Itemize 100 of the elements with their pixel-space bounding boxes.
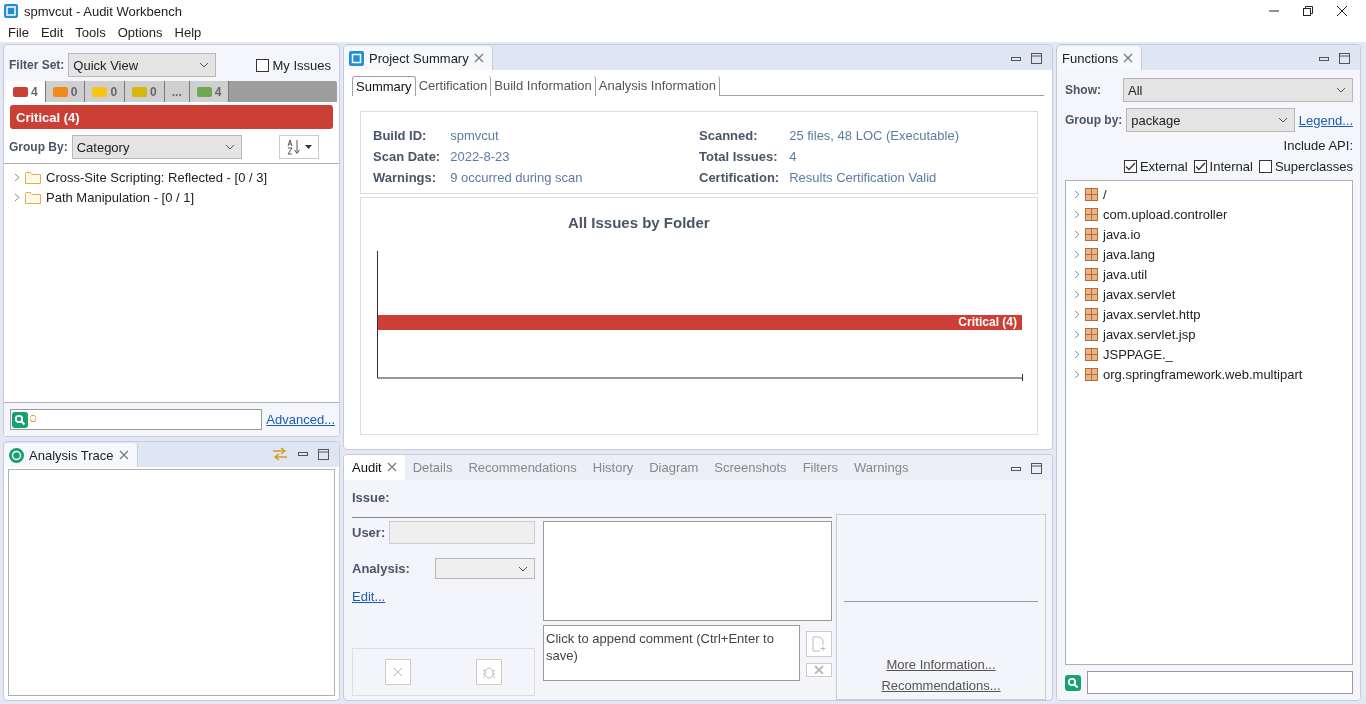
tab[interactable]: Analysis Information (595, 76, 720, 96)
package-icon (1085, 307, 1098, 321)
severity-tab[interactable]: 4 (189, 81, 230, 102)
chevron-down-icon (518, 565, 528, 572)
tree-item[interactable]: Path Manipulation - [0 / 1] (4, 187, 339, 207)
severity-tab[interactable]: 0 (45, 81, 86, 102)
field-value: 4 (789, 149, 798, 164)
edit-link[interactable]: Edit... (352, 589, 386, 604)
chevron-down-icon (199, 62, 210, 68)
field-label: Scan Date: (373, 149, 441, 164)
package-label: javax.servlet.http (1103, 306, 1201, 322)
filter-set-dropdown[interactable]: Quick View (68, 53, 217, 77)
tree-item[interactable]: java.io (1066, 224, 1352, 244)
package-label: java.io (1103, 226, 1141, 242)
api-checkbox[interactable]: Internal (1193, 159, 1253, 174)
package-label: com.upload.controller (1103, 206, 1228, 222)
severity-tab[interactable]: ... (164, 81, 190, 102)
api-checkbox[interactable]: Superclasses (1258, 159, 1353, 174)
include-api-label: Include API: (1283, 138, 1353, 153)
menu-item[interactable]: Edit (34, 24, 70, 40)
audit-tab[interactable]: Audit (344, 455, 405, 480)
minimize-icon (1319, 56, 1329, 61)
tab[interactable]: Certification (415, 76, 492, 96)
summary-icon (349, 50, 364, 66)
comment-field[interactable]: Click to append comment (Ctrl+Enter to save) (543, 625, 800, 681)
group-by-label: Group by: (1065, 113, 1123, 127)
tree-item[interactable]: Cross-Site Scripting: Reflected - [0 / 3] (4, 167, 339, 187)
severity-tab[interactable]: 0 (125, 81, 165, 102)
search-icon (12, 411, 28, 428)
close-icon[interactable] (473, 53, 484, 63)
checkbox[interactable] (1193, 160, 1207, 173)
restore-window-icon[interactable] (1302, 5, 1314, 17)
package-icon (1085, 187, 1098, 201)
checkbox[interactable] (1258, 160, 1272, 173)
issue-label: Issue: (352, 489, 391, 507)
search-field[interactable] (1087, 671, 1353, 694)
sort-button[interactable] (279, 135, 319, 159)
package-label: / (1103, 186, 1107, 202)
tree-item[interactable]: javax.servlet.jsp (1066, 324, 1352, 344)
maximize-icon (1031, 53, 1042, 64)
package-label: JSPPAGE._ (1103, 346, 1173, 362)
trace-icon (9, 447, 24, 463)
close-icon[interactable] (118, 450, 129, 460)
tree-item[interactable]: javax.servlet (1066, 284, 1352, 304)
dropdown-caret-icon (304, 145, 312, 149)
issue-count: 0 (150, 84, 157, 99)
menu-item[interactable]: Help (168, 24, 208, 40)
field-value: 25 files, 48 LOC (Executable) (789, 128, 960, 143)
close-icon[interactable] (386, 462, 397, 472)
tab[interactable]: Summary (352, 76, 416, 96)
close-window-icon[interactable] (1336, 5, 1348, 17)
group-by-dropdown[interactable]: package (1126, 108, 1295, 132)
group-by-dropdown[interactable]: Category (71, 135, 242, 159)
search-field[interactable] (10, 409, 263, 430)
more-information-link[interactable]: More Information... (886, 657, 996, 672)
tree-item[interactable]: / (1066, 184, 1352, 204)
folder-icon (25, 190, 41, 204)
analysis-label: Analysis: (352, 561, 410, 576)
tree-item[interactable]: java.util (1066, 264, 1352, 284)
checkbox[interactable] (256, 58, 270, 72)
close-icon (813, 664, 825, 674)
tab[interactable]: Build Information (491, 76, 596, 96)
legend-link[interactable]: Legend... (1298, 112, 1353, 128)
tree-item[interactable]: com.upload.controller (1066, 204, 1352, 224)
severity-tab[interactable]: 0 (85, 81, 126, 102)
field-value: 9 occurred during scan (450, 170, 584, 185)
filter-set-label: Filter Set: (9, 58, 65, 72)
field-value: Results Certification Valid (789, 170, 938, 185)
my-issues-checkbox[interactable]: My Issues (256, 57, 331, 73)
maximize-icon (318, 448, 329, 460)
maximize-icon (1339, 53, 1350, 64)
menu-item[interactable]: Tools (69, 24, 112, 40)
package-icon (1085, 327, 1098, 341)
close-icon[interactable] (1123, 53, 1134, 63)
minimize-icon (298, 452, 308, 456)
package-icon (1085, 227, 1098, 241)
package-icon (1085, 207, 1098, 221)
recommendations-link[interactable]: Recommendations... (881, 678, 1001, 693)
severity-banner: Critical (4) (10, 105, 333, 129)
show-dropdown[interactable]: All (1123, 78, 1353, 102)
bar-label: Critical (4) (958, 315, 1017, 329)
advanced-link[interactable]: Advanced... (266, 412, 335, 427)
package-icon (1085, 287, 1098, 301)
tree-item[interactable]: org.springframework.web.multipart (1066, 364, 1352, 384)
add-document-icon (812, 636, 826, 652)
severity-tab[interactable]: 4 (6, 81, 46, 102)
tree-item[interactable]: javax.servlet.http (1066, 304, 1352, 324)
tree-item[interactable]: JSPPAGE._ (1066, 344, 1352, 364)
app-icon (4, 4, 18, 18)
issue-count: 4 (214, 84, 222, 99)
maximize-icon (1031, 463, 1042, 474)
package-label: javax.servlet (1103, 286, 1176, 302)
chevron-down-icon (1336, 87, 1346, 93)
tree-item[interactable]: java.lang (1066, 244, 1352, 264)
field-label: Scanned: (699, 128, 759, 143)
menu-item[interactable]: Options (111, 24, 169, 40)
api-checkbox[interactable]: External (1123, 159, 1188, 174)
menu-item[interactable]: File (2, 24, 35, 40)
checkbox[interactable] (1123, 160, 1137, 173)
user-field[interactable] (389, 521, 535, 544)
